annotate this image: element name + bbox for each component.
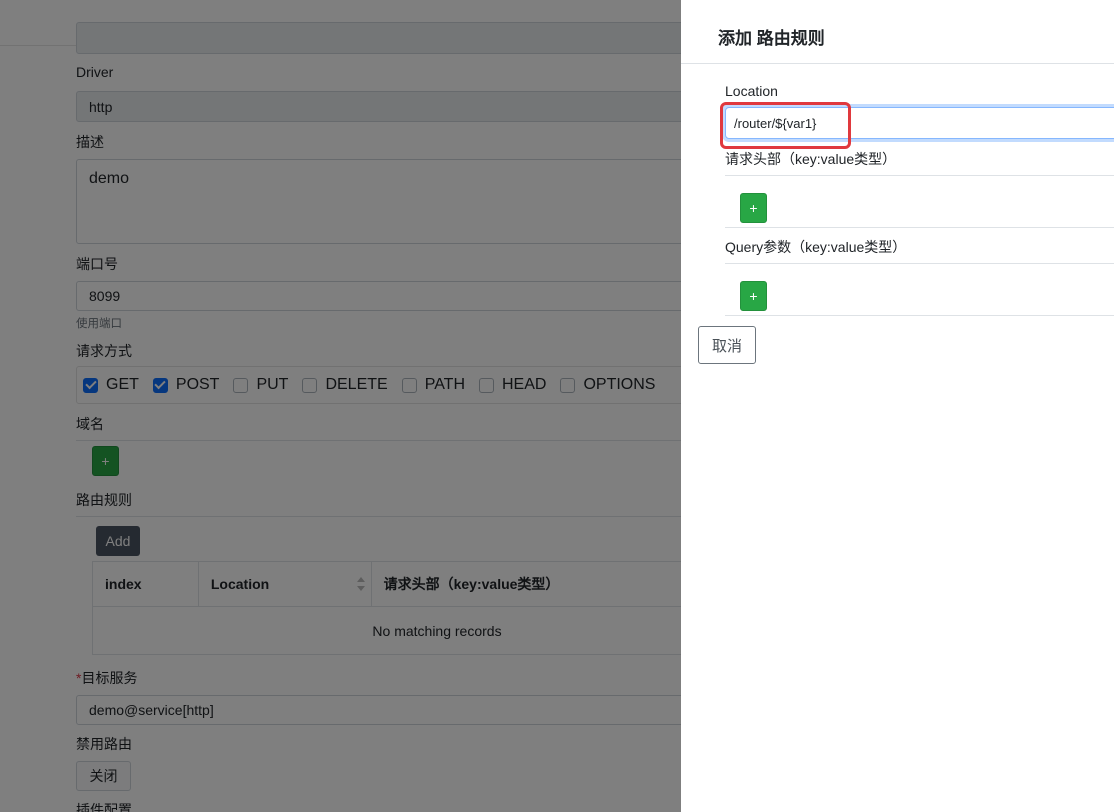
drawer-title: 添加 路由规则: [718, 29, 825, 48]
query-divider: [725, 263, 1114, 264]
query-label: Query参数（key:value类型）: [725, 239, 907, 255]
headers-bottom-divider: [725, 227, 1114, 228]
add-header-button[interactable]: +: [740, 193, 767, 223]
drawer-divider: [681, 63, 1114, 64]
location-label: Location: [725, 83, 778, 99]
add-query-button[interactable]: +: [740, 281, 767, 311]
highlight-box: [720, 102, 851, 149]
query-bottom-divider: [725, 315, 1114, 316]
add-route-drawer: 添加 路由规则 Location /router/${var1} 请求头部（ke…: [681, 0, 1114, 812]
headers-label: 请求头部（key:value类型）: [725, 151, 897, 167]
cancel-button[interactable]: 取消: [698, 326, 756, 364]
headers-divider: [725, 175, 1114, 176]
